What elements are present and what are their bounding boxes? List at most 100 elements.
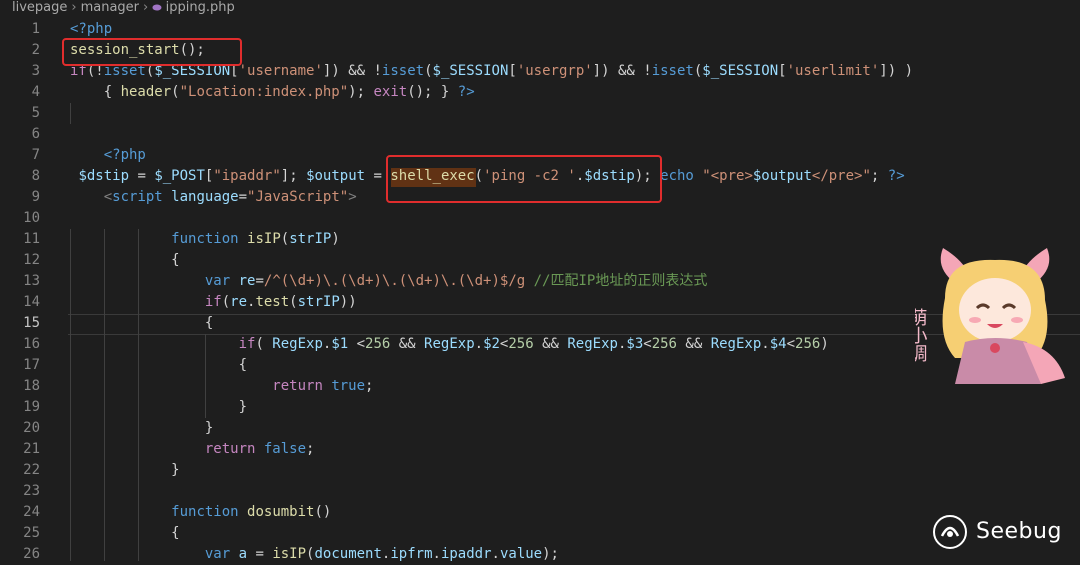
code-token: echo (660, 168, 694, 184)
code-token: isIP (247, 231, 281, 247)
code-token: a (238, 546, 248, 562)
code-token: () (314, 504, 332, 520)
line-number: 16 (23, 336, 40, 352)
code-text: return false; (70, 439, 315, 460)
line-number: 15 (23, 315, 40, 331)
code-token: { (70, 525, 180, 541)
code-token: ( (221, 294, 231, 310)
line-number: 12 (23, 252, 40, 268)
code-token: $_SESSION (432, 63, 509, 79)
code-text: <?php (70, 19, 112, 40)
code-token: 'userlimit' (786, 63, 880, 79)
code-text: { (70, 250, 179, 271)
code-token: "Location:index.php" (179, 84, 349, 100)
code-token: var (204, 546, 231, 562)
code-text: <?php (70, 145, 146, 166)
code-token: return (204, 441, 256, 457)
line-number: 23 (23, 483, 40, 499)
code-line: 23 (0, 481, 1080, 502)
line-number: 25 (23, 525, 40, 541)
code-token: strIP (297, 294, 340, 310)
code-token: re (238, 273, 256, 289)
code-token: RegExp (710, 336, 762, 352)
breadcrumb-file-ipping[interactable]: ipping.php (166, 0, 235, 16)
code-token: ; (365, 378, 374, 394)
code-token: $1 (331, 336, 349, 352)
line-number: 5 (31, 105, 40, 121)
code-token: < (643, 336, 652, 352)
code-token: [ (778, 63, 787, 79)
line-number: 13 (23, 273, 40, 289)
code-text: { (70, 523, 180, 544)
code-token: "ipaddr" (213, 168, 281, 184)
line-number: 8 (31, 168, 40, 184)
code-token: ipfrm (390, 546, 433, 562)
code-token: ?> (457, 84, 475, 100)
chevron-right-icon: › (143, 0, 149, 15)
code-token: function (171, 231, 239, 247)
code-token: < (786, 336, 796, 352)
code-token: true (331, 378, 366, 394)
breadcrumb-folder-manager[interactable]: manager (81, 0, 139, 16)
code-token: ( (280, 231, 290, 247)
code-token: = (129, 168, 155, 184)
code-text: var a = isIP(document.ipfrm.ipaddr.value… (70, 544, 559, 565)
code-token: script (112, 189, 163, 205)
line-number: 18 (23, 378, 40, 394)
code-line: 5 (0, 103, 1080, 124)
seebug-logo-icon (933, 515, 967, 549)
code-text: var re=/^(\d+)\.(\d+)\.(\d+)\.(\d+)$/g /… (70, 271, 707, 292)
code-text: if(re.test(strIP)) (70, 292, 357, 313)
code-token: isset (381, 63, 425, 79)
code-token: false (263, 441, 307, 457)
code-token: ); (348, 84, 374, 100)
code-token: $output (306, 168, 366, 184)
code-token: $4 (769, 336, 787, 352)
code-line: 25 { (0, 523, 1080, 544)
code-token: function (171, 504, 239, 520)
seebug-watermark: Seebug (932, 514, 1072, 550)
code-line: 21 return false; (0, 439, 1080, 460)
code-token: ]) && ! (322, 63, 382, 79)
code-token: "JavaScript" (247, 189, 349, 205)
code-token: test (255, 294, 290, 310)
code-token: var (204, 273, 231, 289)
code-token: ipaddr (440, 546, 492, 562)
code-token: $dstip (78, 168, 130, 184)
code-token: RegExp (567, 336, 618, 352)
code-token: [ (508, 63, 517, 79)
code-token: { (70, 315, 214, 331)
code-token: && (533, 336, 568, 352)
code-token: </pre>" (811, 168, 871, 184)
code-token: $output (752, 168, 812, 184)
php-file-icon: ⬬ (152, 1, 162, 14)
code-text: { (70, 355, 247, 376)
code-token: /^(\d+)\.(\d+)\.(\d+)\.(\d+)$/g (263, 273, 526, 289)
code-token: return (272, 378, 323, 394)
breadcrumb-folder-livepage[interactable]: livepage (12, 0, 67, 16)
line-number: 4 (31, 84, 40, 100)
code-token: 256 (365, 336, 391, 352)
seebug-logo-text: Seebug (976, 519, 1062, 544)
code-token: language (171, 189, 239, 205)
line-number: 26 (23, 546, 40, 562)
code-token: strIP (289, 231, 332, 247)
code-token: { (70, 357, 248, 373)
code-token: <?php (70, 21, 113, 37)
code-token: < (103, 189, 113, 205)
code-token: //匹配IP地址的正则表达式 (533, 273, 708, 289)
line-number: 22 (23, 462, 40, 478)
code-token: dosumbit (247, 504, 315, 520)
code-token: > (348, 189, 357, 205)
code-token: ( (289, 294, 298, 310)
code-token: 'usergrp' (516, 63, 593, 79)
line-number: 19 (23, 399, 40, 415)
code-line: 19 } (0, 397, 1080, 418)
code-line: 24 function dosumbit() (0, 502, 1080, 523)
